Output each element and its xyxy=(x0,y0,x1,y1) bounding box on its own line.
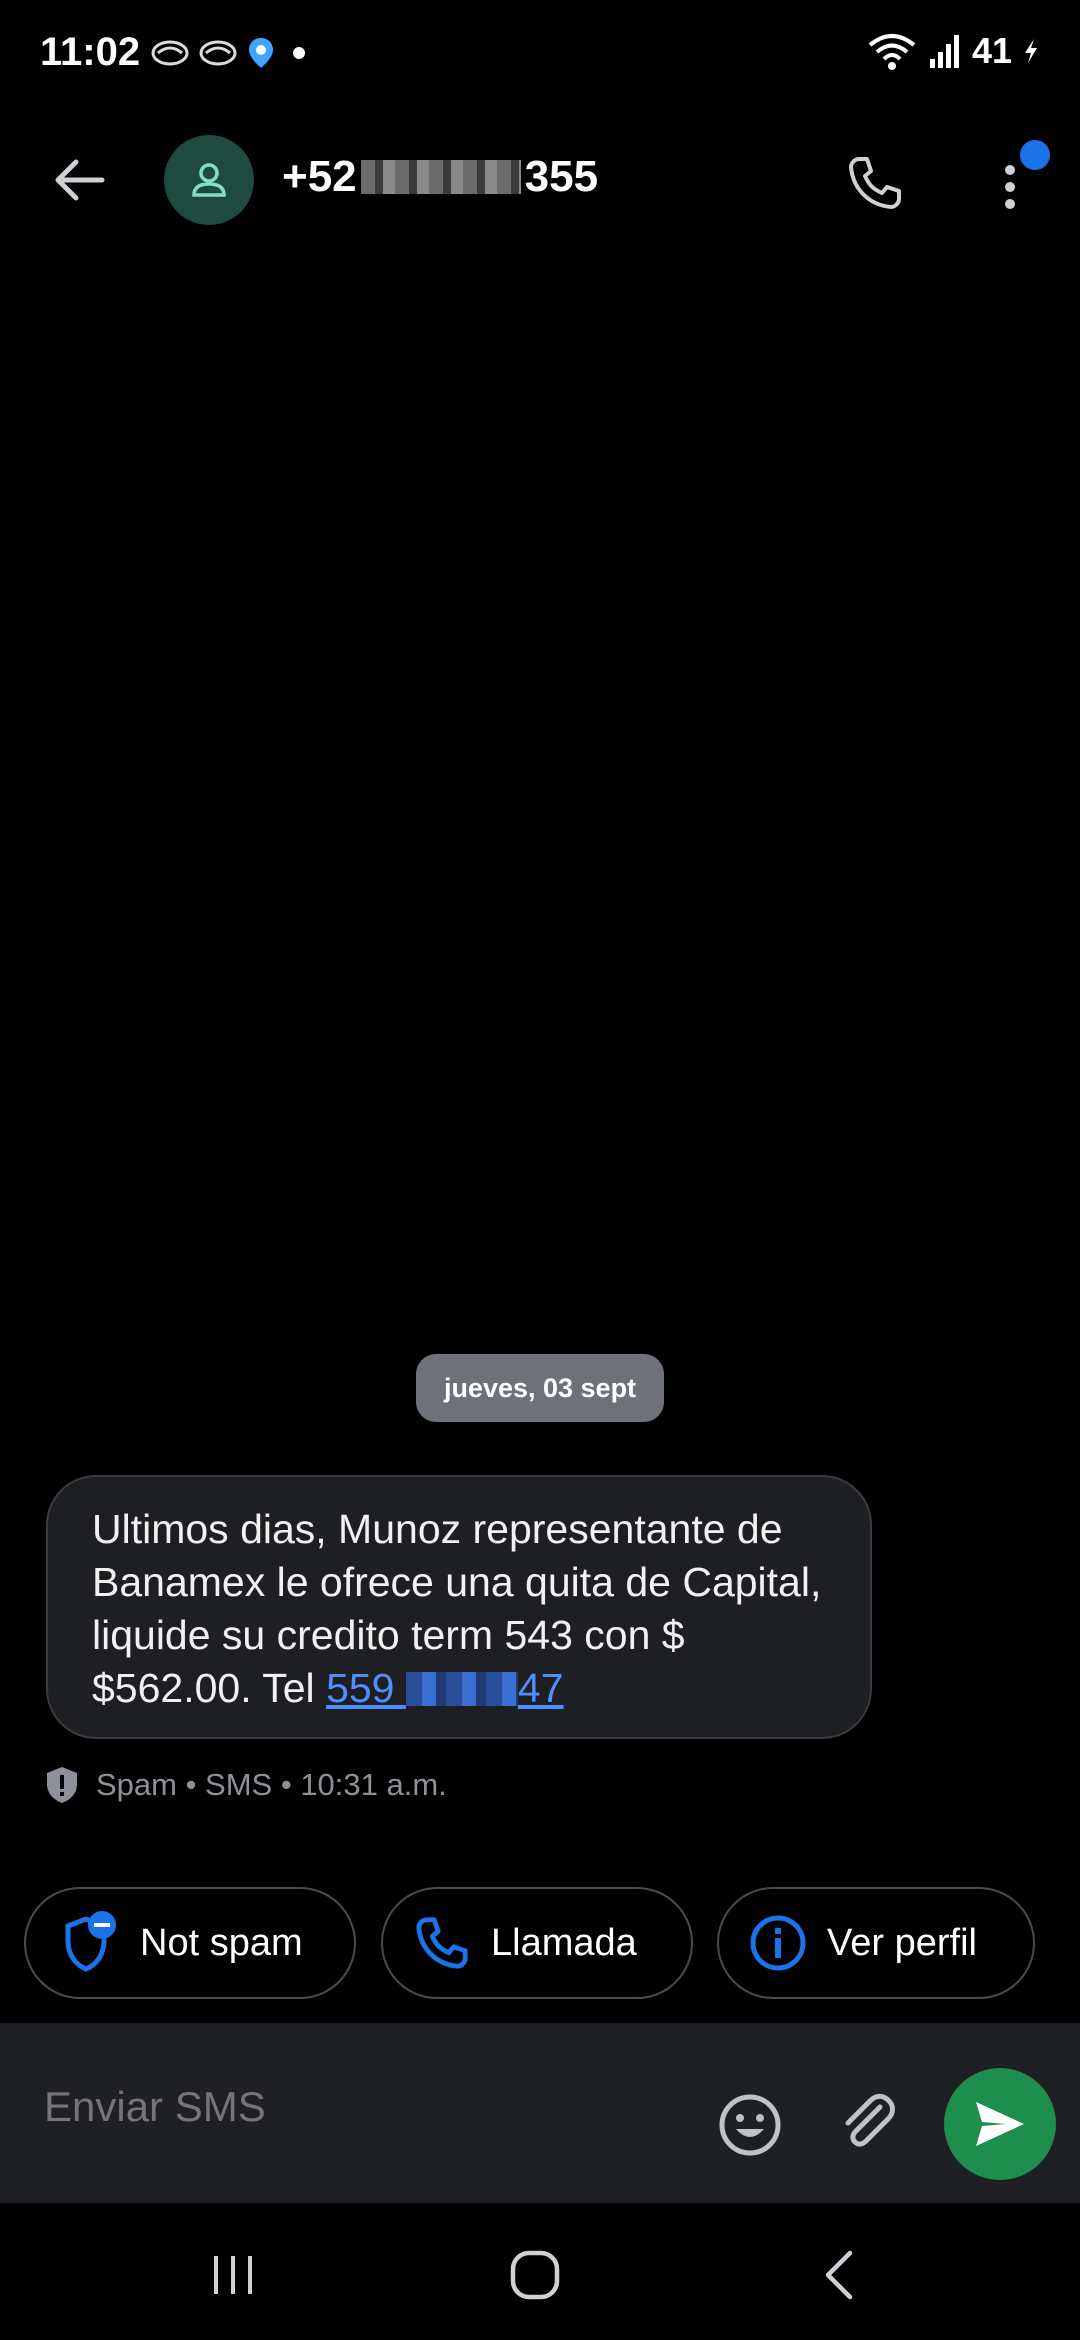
shield-remove-icon xyxy=(65,1911,116,1972)
battery-charging-icon xyxy=(1025,39,1037,63)
call-button[interactable] xyxy=(840,148,910,218)
signal-icon xyxy=(929,35,959,68)
call-action-button[interactable]: Llamada xyxy=(381,1887,693,1999)
message-bubble[interactable]: Ultimos dias, Munoz representante de Ban… xyxy=(46,1475,872,1739)
notification-badge xyxy=(1020,140,1050,170)
arrow-left-icon xyxy=(55,159,105,201)
messages-screen: 11:02 41 +52 355 jueves, 03 sept Ultimos… xyxy=(0,0,1080,2340)
contact-number-prefix: +52 xyxy=(282,152,357,201)
link-prefix: 559 xyxy=(326,1665,395,1711)
person-icon xyxy=(192,163,226,197)
emoji-icon xyxy=(719,2094,781,2156)
message-meta: Spam • SMS • 10:31 a.m. xyxy=(44,1765,447,1805)
recent-apps-button[interactable] xyxy=(193,2245,273,2305)
wifi-icon xyxy=(868,34,916,70)
handshake-icon xyxy=(151,40,189,66)
battery-level: 41 xyxy=(971,30,1012,71)
status-right: 41 xyxy=(866,30,1040,72)
phone-icon xyxy=(416,1917,468,1969)
send-icon xyxy=(976,2102,1024,2146)
call-label: Llamada xyxy=(491,1921,637,1964)
more-options-button[interactable] xyxy=(990,140,1050,220)
redacted-digits xyxy=(360,160,521,194)
back-button[interactable] xyxy=(40,150,120,210)
chevron-left-icon xyxy=(825,2250,853,2300)
shield-alert-icon xyxy=(47,1767,77,1803)
back-nav-button[interactable] xyxy=(800,2245,880,2305)
message-meta-text: Spam • SMS • 10:31 a.m. xyxy=(96,1767,447,1802)
handshake-icon xyxy=(199,40,237,66)
message-phone-link[interactable]: 559 47 xyxy=(326,1665,563,1711)
status-time: 11:02 xyxy=(40,30,141,74)
send-button[interactable] xyxy=(944,2068,1056,2180)
info-icon xyxy=(750,1915,806,1971)
conversation-header: +52 355 xyxy=(0,120,1080,240)
contact-number-suffix: 355 xyxy=(524,152,599,201)
status-bar: 11:02 41 xyxy=(0,0,1080,110)
date-separator: jueves, 03 sept xyxy=(416,1354,664,1422)
dot-icon xyxy=(293,47,305,59)
emoji-button[interactable] xyxy=(716,2091,784,2159)
link-suffix: 47 xyxy=(517,1665,564,1711)
paperclip-icon xyxy=(845,2093,895,2147)
contact-avatar[interactable] xyxy=(164,135,254,225)
home-icon xyxy=(510,2250,560,2300)
contact-number[interactable]: +52 355 xyxy=(282,152,598,202)
recents-icon xyxy=(214,2256,252,2294)
home-button[interactable] xyxy=(495,2245,575,2305)
compose-bar xyxy=(0,2023,1080,2203)
not-spam-label: Not spam xyxy=(140,1921,303,1964)
system-nav-bar xyxy=(0,2203,1080,2340)
not-spam-button[interactable]: Not spam xyxy=(24,1887,356,1999)
location-pin-icon xyxy=(249,38,273,68)
message-input[interactable] xyxy=(44,2083,684,2131)
attach-button[interactable] xyxy=(832,2087,902,2157)
view-profile-label: Ver perfil xyxy=(827,1921,977,1964)
phone-icon xyxy=(849,157,901,209)
message-text: Ultimos dias, Munoz representante de Ban… xyxy=(92,1503,826,1715)
redacted-link-digits xyxy=(405,1672,518,1706)
notification-icons xyxy=(150,36,314,70)
view-profile-button[interactable]: Ver perfil xyxy=(717,1887,1035,1999)
